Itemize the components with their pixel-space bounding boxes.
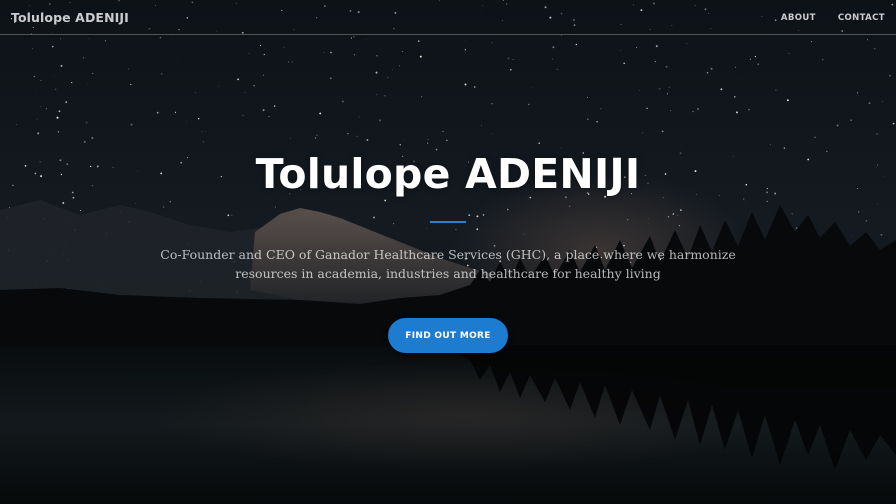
nav-links: ABOUT CONTACT bbox=[781, 13, 885, 23]
hero-section: Tolulope ADENIJI ABOUT CONTACT Tolulope … bbox=[0, 0, 896, 504]
brand-link[interactable]: Tolulope ADENIJI bbox=[11, 10, 129, 25]
nav-link-about[interactable]: ABOUT bbox=[781, 13, 816, 23]
heading-divider bbox=[430, 221, 466, 223]
top-navbar: Tolulope ADENIJI ABOUT CONTACT bbox=[0, 0, 896, 35]
hero-heading: Tolulope ADENIJI bbox=[255, 150, 641, 198]
hero-subtitle: Co-Founder and CEO of Ganador Healthcare… bbox=[160, 247, 736, 281]
nav-link-contact[interactable]: CONTACT bbox=[838, 13, 885, 23]
find-out-more-button[interactable]: FIND OUT MORE bbox=[388, 318, 508, 353]
